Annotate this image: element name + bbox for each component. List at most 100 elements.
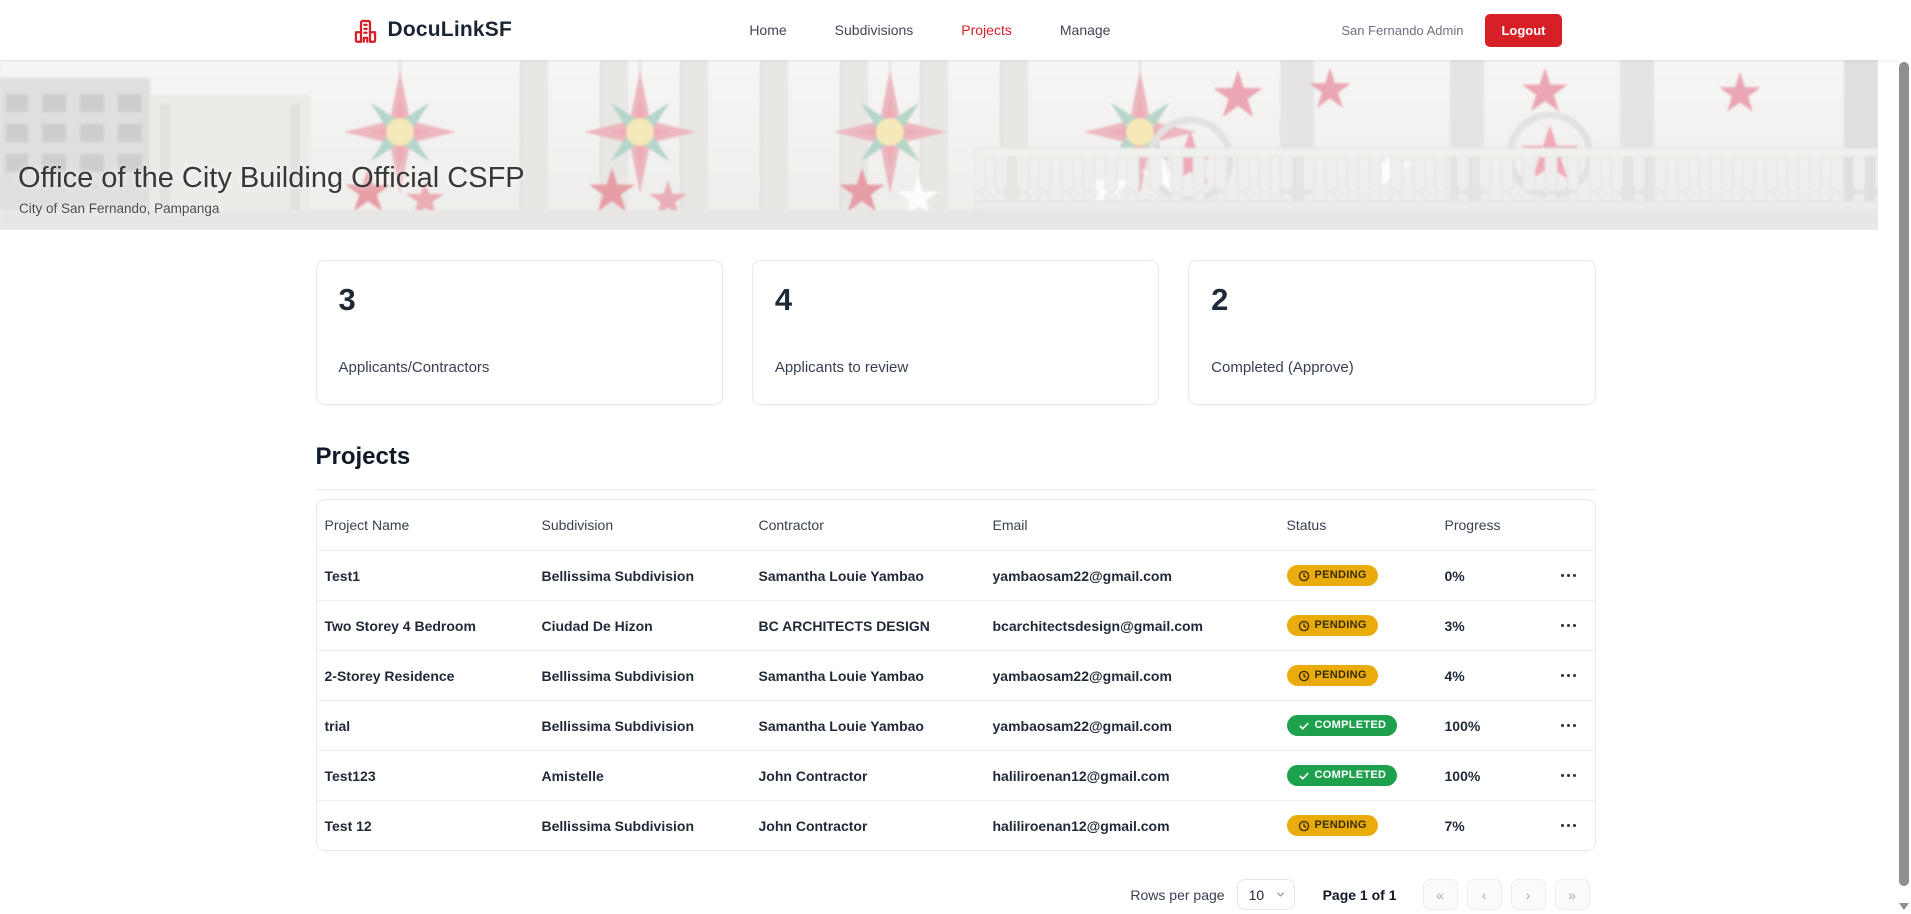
next-page-button[interactable]: › (1511, 879, 1546, 910)
rows-per-page-select[interactable]: 10 (1237, 879, 1295, 910)
table-row: Test 12 Bellissima Subdivision John Cont… (317, 800, 1595, 850)
check-icon (1298, 720, 1310, 732)
project-name-cell: Two Storey 4 Bedroom (317, 618, 534, 634)
nav-item-projects[interactable]: Projects (961, 22, 1012, 38)
ellipsis-icon (1561, 674, 1577, 678)
stat-value: 4 (775, 281, 1136, 318)
scrollbar-thumb[interactable] (1899, 62, 1909, 886)
table-row: 2-Storey Residence Bellissima Subdivisio… (317, 650, 1595, 700)
contractor-cell: BC ARCHITECTS DESIGN (751, 618, 985, 634)
stat-value: 2 (1211, 281, 1572, 318)
clock-icon (1298, 820, 1310, 832)
projects-section-heading: Projects (316, 443, 1596, 471)
page-subtitle: City of San Fernando, Pampanga (19, 201, 525, 216)
page-status: Page 1 of 1 (1323, 887, 1397, 903)
ellipsis-icon (1561, 574, 1577, 578)
brand-logo[interactable]: DocuLinkSF (352, 17, 513, 44)
row-actions-button[interactable] (1557, 818, 1581, 834)
pagination-controls: « ‹ › » (1423, 879, 1590, 910)
status-text: COMPLETED (1315, 770, 1387, 781)
building-icon (352, 17, 379, 44)
clock-icon (1298, 670, 1310, 682)
status-badge: PENDING (1287, 815, 1378, 836)
subdivision-cell: Ciudad De Hizon (534, 618, 751, 634)
page-title: Office of the City Building Official CSF… (18, 162, 525, 195)
status-badge: PENDING (1287, 615, 1378, 636)
project-name-cell: Test1 (317, 568, 534, 584)
ellipsis-icon (1561, 774, 1577, 778)
contractor-cell: John Contractor (751, 818, 985, 834)
subdivision-cell: Bellissima Subdivision (534, 568, 751, 584)
logged-in-user: San Fernando Admin (1341, 23, 1463, 38)
contractor-cell: Samantha Louie Yambao (751, 668, 985, 684)
table-row: trial Bellissima Subdivision Samantha Lo… (317, 700, 1595, 750)
nav-item-subdivisions[interactable]: Subdivisions (835, 22, 914, 38)
email-cell: yambaosam22@gmail.com (985, 718, 1279, 734)
main-content: 3 Applicants/Contractors 4 Applicants to… (316, 260, 1596, 910)
stat-value: 3 (339, 281, 700, 318)
contractor-cell: Samantha Louie Yambao (751, 718, 985, 734)
main-nav: Home Subdivisions Projects Manage (749, 22, 1110, 38)
stat-card-applicants: 3 Applicants/Contractors (316, 260, 723, 405)
logout-button[interactable]: Logout (1485, 14, 1561, 47)
ellipsis-icon (1561, 724, 1577, 728)
column-header-email: Email (985, 517, 1279, 533)
column-header-subdivision: Subdivision (534, 517, 751, 533)
row-actions-button[interactable] (1557, 618, 1581, 634)
table-body: Test1 Bellissima Subdivision Samantha Lo… (317, 550, 1595, 850)
stat-label: Applicants to review (775, 359, 1136, 384)
last-page-button[interactable]: » (1555, 879, 1590, 910)
status-badge: PENDING (1287, 565, 1378, 586)
contractor-cell: John Contractor (751, 768, 985, 784)
brand-name: DocuLinkSF (388, 18, 513, 42)
project-name-cell: Test123 (317, 768, 534, 784)
row-actions-button[interactable] (1557, 668, 1581, 684)
progress-cell: 100% (1437, 718, 1549, 734)
email-cell: haliliroenan12@gmail.com (985, 768, 1279, 784)
projects-table: Project Name Subdivision Contractor Emai… (316, 499, 1596, 851)
row-actions-button[interactable] (1557, 568, 1581, 584)
first-page-button[interactable]: « (1423, 879, 1458, 910)
scrollbar-track[interactable] (1897, 0, 1911, 914)
status-badge: PENDING (1287, 665, 1378, 686)
status-text: PENDING (1315, 820, 1367, 831)
hero-banner: Office of the City Building Official CSF… (0, 60, 1878, 230)
top-navbar: DocuLinkSF Home Subdivisions Projects Ma… (0, 0, 1911, 60)
table-row: Test123 Amistelle John Contractor halili… (317, 750, 1595, 800)
table-row: Two Storey 4 Bedroom Ciudad De Hizon BC … (317, 600, 1595, 650)
stats-row: 3 Applicants/Contractors 4 Applicants to… (316, 260, 1596, 405)
stat-label: Applicants/Contractors (339, 359, 700, 384)
nav-item-home[interactable]: Home (749, 22, 786, 38)
table-row: Test1 Bellissima Subdivision Samantha Lo… (317, 550, 1595, 600)
scroll-down-arrow-icon[interactable] (1899, 903, 1909, 911)
nav-item-manage[interactable]: Manage (1060, 22, 1111, 38)
stat-label: Completed (Approve) (1211, 359, 1572, 384)
section-divider (316, 489, 1596, 490)
subdivision-cell: Bellissima Subdivision (534, 718, 751, 734)
progress-cell: 7% (1437, 818, 1549, 834)
stat-card-to-review: 4 Applicants to review (752, 260, 1159, 405)
clock-icon (1298, 570, 1310, 582)
table-footer: Rows per page 10 Page 1 of 1 « ‹ › » (316, 879, 1596, 910)
rows-per-page-value: 10 (1249, 887, 1265, 903)
status-text: PENDING (1315, 670, 1367, 681)
email-cell: bcarchitectsdesign@gmail.com (985, 618, 1279, 634)
prev-page-button[interactable]: ‹ (1467, 879, 1502, 910)
status-text: COMPLETED (1315, 720, 1387, 731)
page: DocuLinkSF Home Subdivisions Projects Ma… (0, 0, 1911, 914)
project-name-cell: 2-Storey Residence (317, 668, 534, 684)
clock-icon (1298, 620, 1310, 632)
subdivision-cell: Bellissima Subdivision (534, 668, 751, 684)
row-actions-button[interactable] (1557, 768, 1581, 784)
ellipsis-icon (1561, 824, 1577, 828)
project-name-cell: Test 12 (317, 818, 534, 834)
email-cell: yambaosam22@gmail.com (985, 668, 1279, 684)
status-text: PENDING (1315, 620, 1367, 631)
row-actions-button[interactable] (1557, 718, 1581, 734)
column-header-project-name: Project Name (317, 517, 534, 533)
ellipsis-icon (1561, 624, 1577, 628)
progress-cell: 0% (1437, 568, 1549, 584)
column-header-contractor: Contractor (751, 517, 985, 533)
progress-cell: 4% (1437, 668, 1549, 684)
project-name-cell: trial (317, 718, 534, 734)
